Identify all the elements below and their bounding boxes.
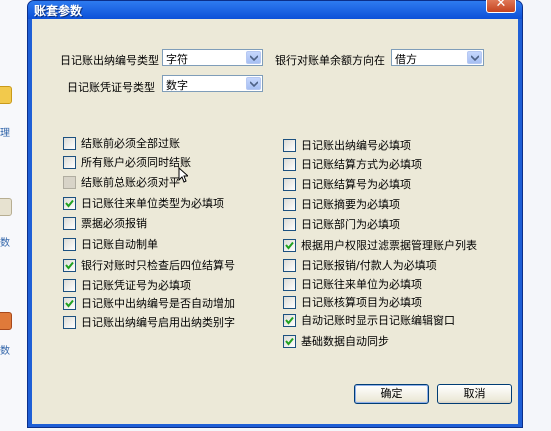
account-parameters-dialog: 账套参数 ✕ 日记账出纳编号类型 字符 银行对账单余额方向在 借方 日记账凭证号… [27,0,523,428]
checkbox-label: 日记账部门为必填项 [301,218,400,231]
checkbox-box[interactable] [63,259,76,272]
checkbox-label: 日记账自动制单 [81,238,158,251]
voucher-number-type-select[interactable]: 数字 [162,75,263,92]
checkbox-label: 票据必须报销 [81,217,147,230]
voucher-number-type-value: 数字 [166,79,188,92]
checkbox-label: 日记账出纳编号必填项 [301,139,411,152]
chevron-down-icon[interactable] [246,51,261,64]
journal-number-type-label: 日记账出纳编号类型 [60,54,159,67]
checkbox-box[interactable] [283,335,296,348]
side-label-1: 理 [0,128,10,139]
mouse-cursor-icon [178,167,188,183]
side-label-3: 数 [0,346,10,357]
cancel-button[interactable]: 取消 [437,384,512,404]
journal-number-type-select[interactable]: 字符 [162,49,263,66]
dialog-title: 账套参数 [34,4,83,18]
checkbox-box[interactable] [283,278,296,291]
checkbox-label: 日记账报销/付款人为必填项 [301,259,437,272]
checkbox-label: 结账前必须全部过账 [81,137,180,150]
checkbox-label: 所有账户必须同时结账 [81,156,191,169]
checkbox-label: 日记账凭证号为必填项 [81,279,191,292]
checkbox-label: 自动记账时显示日记账编辑窗口 [301,314,455,327]
checkbox-box[interactable] [283,239,296,252]
document-icon[interactable] [0,198,12,216]
close-icon: ✕ [495,0,507,11]
checkbox-box[interactable] [63,137,76,150]
checkbox-label: 日记账结算方式为必填项 [301,158,422,171]
checkbox-box[interactable] [283,218,296,231]
journal-number-type-value: 字符 [166,53,188,66]
checkbox-box[interactable] [283,198,296,211]
bank-balance-direction-select[interactable]: 借方 [391,49,484,66]
background-app-strip: 理 数 数 [0,0,30,431]
title-bar[interactable]: 账套参数 ✕ [28,0,522,19]
bank-balance-direction-value: 借方 [395,53,417,66]
checkmark-icon [285,241,294,250]
checkbox-box[interactable] [283,259,296,272]
checkbox-box[interactable] [63,217,76,230]
checkbox-box[interactable] [283,314,296,327]
chevron-down-icon[interactable] [467,51,482,64]
close-button[interactable]: ✕ [486,0,516,13]
checkbox-label: 根据用户权限过滤票据管理账户列表 [301,239,477,252]
checkbox-box[interactable] [63,316,76,329]
checkbox-box[interactable] [63,156,76,169]
checkmark-icon [65,299,74,308]
checkbox-box[interactable] [283,296,296,309]
bank-balance-direction-label: 银行对账单余额方向在 [275,54,385,67]
side-label-2: 数 [0,238,10,249]
checkbox-label: 日记账中出纳编号是否自动增加 [81,297,235,310]
checkbox-box[interactable] [63,197,76,210]
ok-button[interactable]: 确定 [354,384,429,404]
checkbox-label: 结账前总账必须对平 [81,176,180,189]
checkbox-label: 日记账往来单位为必填项 [301,278,422,291]
tools-icon[interactable] [0,312,12,330]
folder-icon[interactable] [0,86,12,104]
checkmark-icon [65,261,74,270]
checkbox-label: 日记账出纳编号启用出纳类别字 [81,316,235,329]
dialog-body: 日记账出纳编号类型 字符 银行对账单余额方向在 借方 日记账凭证号类型 数字 结… [32,19,518,424]
checkbox-label: 银行对账时只检查后四位结算号 [81,259,235,272]
checkbox-label: 基础数据自动同步 [301,335,389,348]
checkbox-label: 日记账核算项目为必填项 [301,296,422,309]
voucher-number-type-label: 日记账凭证号类型 [67,81,155,94]
checkbox-box[interactable] [283,139,296,152]
checkbox-box[interactable] [63,238,76,251]
checkmark-icon [285,337,294,346]
checkbox-box[interactable] [63,297,76,310]
checkbox-box[interactable] [283,178,296,191]
checkmark-icon [285,316,294,325]
checkbox-box[interactable] [283,158,296,171]
chevron-down-icon[interactable] [246,77,261,90]
checkbox-label: 日记账结算号为必填项 [301,178,411,191]
checkbox-box [63,176,76,189]
checkbox-label: 日记账往来单位类型为必填项 [81,197,224,210]
checkbox-label: 日记账摘要为必填项 [301,198,400,211]
checkbox-box[interactable] [63,279,76,292]
checkmark-icon [65,199,74,208]
